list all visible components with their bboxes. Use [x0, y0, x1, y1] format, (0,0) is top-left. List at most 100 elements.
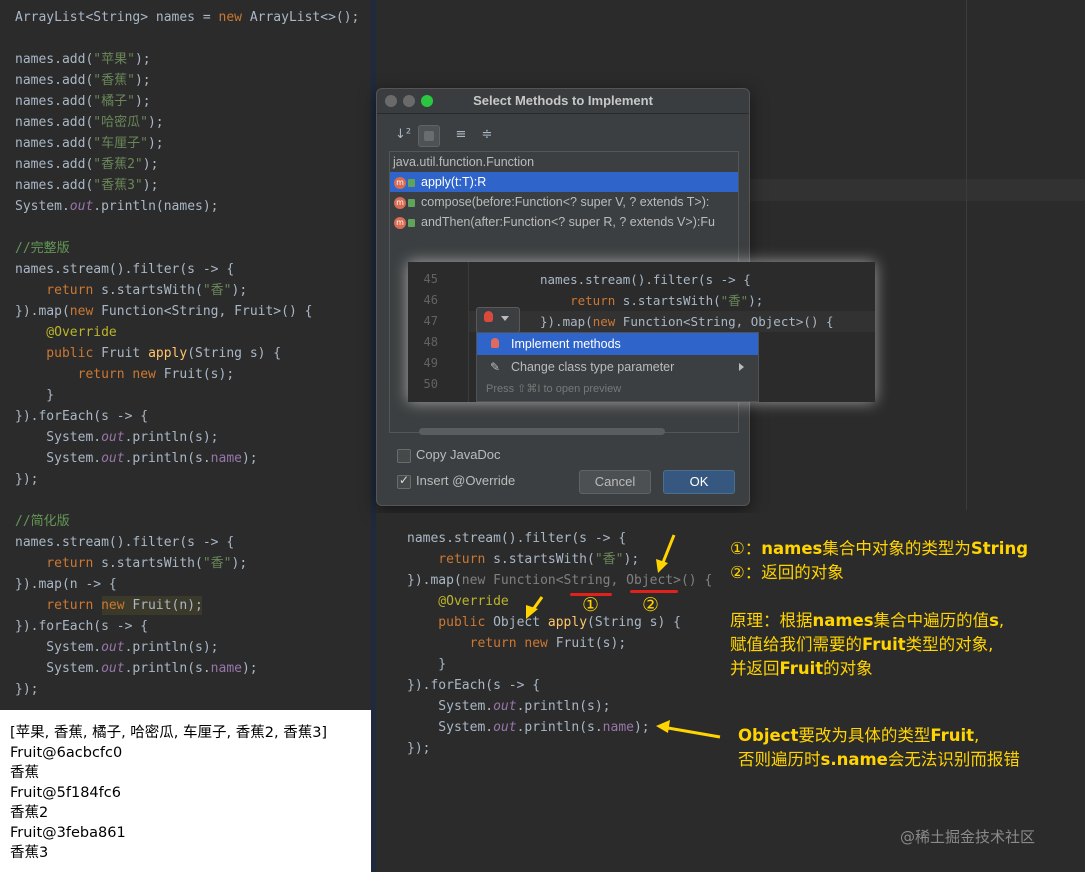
empty-editor-area [376, 768, 1085, 872]
tree-group-function[interactable]: java.util.function.Function [390, 152, 738, 172]
cancel-button[interactable]: Cancel [579, 470, 651, 494]
code-token: "香" [720, 293, 749, 308]
code-line: names.add("香蕉"); [15, 70, 151, 91]
code-line: //简化版 [15, 511, 70, 532]
code-line: }).map(n -> { [15, 574, 117, 595]
menu-item-change-class-type-parameter[interactable]: ✎ Change class type parameter [477, 356, 758, 378]
tree-method-item[interactable]: m apply(t:T):R [390, 172, 738, 192]
code-token: "哈密瓜" [93, 115, 148, 130]
code-token: "香蕉3" [93, 178, 143, 193]
code-token: public [15, 346, 102, 361]
intention-actions-menu: Implement methods ✎ Change class type pa… [476, 332, 759, 402]
code-token: Fruit(s); [163, 367, 235, 382]
arrow-to-override [526, 596, 544, 619]
note-2: ②：返回的对象 [730, 563, 844, 582]
code-token: }).map(n -> { [15, 577, 117, 592]
code-token: ); [134, 52, 151, 67]
code-token: }).forEach(s -> { [15, 409, 149, 424]
show-classes-toggle-icon[interactable] [418, 125, 440, 147]
code-line: }).map(new Function<String, Fruit>() { [15, 301, 312, 322]
code-token: return [540, 293, 623, 308]
code-token: new [592, 314, 623, 329]
code-line: }).map(new Function<String, Object>() { [540, 311, 834, 332]
code-token: s.startsWith( [101, 283, 203, 298]
code-token: names.add( [15, 115, 94, 130]
code-token: names.stream().filter(s -> { [540, 272, 751, 287]
code-line: names.add("香蕉2"); [15, 154, 158, 175]
copy-javadoc-label: Copy JavaDoc [416, 447, 501, 462]
code-token: s.startsWith( [101, 556, 203, 571]
code-line: names.stream().filter(s -> { [15, 532, 234, 553]
code-token: ); [147, 136, 164, 151]
line-number: 48 [423, 335, 438, 349]
console-line: [苹果, 香蕉, 橘子, 哈密瓜, 车厘子, 香蕉2, 香蕉3] [10, 725, 328, 741]
code-token: apply [148, 346, 188, 361]
code-line: return s.startsWith("香"); [15, 280, 247, 301]
method-icon: m [394, 196, 406, 209]
copy-javadoc-checkbox[interactable] [397, 449, 411, 463]
horizontal-scrollbar[interactable] [419, 428, 665, 435]
code-token: Function<String, Object>() { [622, 314, 834, 329]
code-token: "橘子" [93, 94, 135, 109]
code-token: out [101, 430, 125, 445]
public-access-icon [408, 178, 415, 187]
method-icon: m [394, 216, 406, 229]
object-note-line-2: 否则遍历时s.name会无法识别而报错 [738, 750, 1020, 769]
code-token: Fruit [101, 346, 149, 361]
tree-method-item[interactable]: m compose(before:Function<? super V, ? ex… [390, 192, 738, 212]
line-number: 45 [423, 272, 438, 286]
expand-all-icon[interactable]: ≡ [451, 125, 471, 145]
preview-hint: Press ⇧⌘I to open preview [486, 383, 622, 395]
chevron-down-icon [501, 316, 509, 321]
principle-line-1: 原理：根据names集合中遍历的值s, [730, 611, 1005, 630]
code-token: names.add( [15, 136, 94, 151]
code-line: return new Fruit(s); [15, 364, 235, 385]
principle-line-2: 赋值给我们需要的Fruit类型的对象, [730, 635, 994, 654]
code-token: "香" [202, 283, 232, 298]
code-token: names.add( [15, 157, 94, 172]
gutter-separator [468, 262, 469, 402]
code-token: .println(s); [124, 640, 219, 655]
sort-icon[interactable]: ↓² [393, 125, 413, 145]
code-token: //完整版 [15, 241, 70, 256]
note-1: ①：names集合中对象的类型为String [730, 539, 1029, 558]
code-token: System. [15, 430, 102, 445]
arrow-to-object [656, 534, 676, 573]
code-line: return new Fruit(n); [15, 595, 203, 616]
bulb-icon [484, 311, 493, 322]
principle-line-3: 并返回Fruit的对象 [730, 659, 873, 678]
code-line: System.out.println(names); [15, 196, 219, 217]
code-token: names.add( [15, 73, 94, 88]
code-editor-left[interactable]: ArrayList<String> names = new ArrayList<… [0, 0, 371, 710]
current-line-band [748, 179, 1085, 201]
code-token: ); [241, 661, 258, 676]
code-token: return [15, 556, 102, 571]
code-token: System. [15, 199, 70, 214]
code-token: "香蕉2" [93, 157, 143, 172]
console-output: [苹果, 香蕉, 橘子, 哈密瓜, 车厘子, 香蕉2, 香蕉3] Fruit@6a… [0, 710, 371, 872]
code-token: ); [134, 73, 151, 88]
code-line: } [15, 385, 54, 406]
menu-item-implement-methods[interactable]: Implement methods [477, 333, 758, 355]
collapse-all-icon[interactable]: ≑ [477, 125, 497, 145]
code-line: names.add("橘子"); [15, 91, 151, 112]
code-line: }); [15, 469, 38, 490]
code-token: ); [134, 94, 151, 109]
method-label: apply(t:T):R [421, 175, 487, 189]
code-token: System. [15, 640, 102, 655]
code-line: System.out.println(s.name); [15, 658, 258, 679]
line-number: 49 [423, 356, 438, 370]
code-token: new [101, 598, 133, 613]
ok-button[interactable]: OK [663, 470, 735, 494]
code-token: Function<String, Fruit>() { [101, 304, 313, 319]
code-token: } [15, 388, 55, 403]
tree-method-item[interactable]: m andThen(after:Function<? super R, ? ext… [390, 212, 738, 232]
console-line: Fruit@6acbcfc0 [10, 745, 123, 761]
intention-bulb-button[interactable] [476, 307, 520, 333]
code-token: ); [147, 115, 164, 130]
dialog-title: Select Methods to Implement [473, 93, 653, 108]
code-token: ); [748, 293, 764, 308]
insert-override-checkbox[interactable]: ✓ [397, 473, 411, 489]
annotated-code-panel: names.stream().filter(s -> { return s.st… [376, 513, 1085, 769]
method-label: compose(before:Function<? super V, ? ext… [421, 195, 710, 209]
